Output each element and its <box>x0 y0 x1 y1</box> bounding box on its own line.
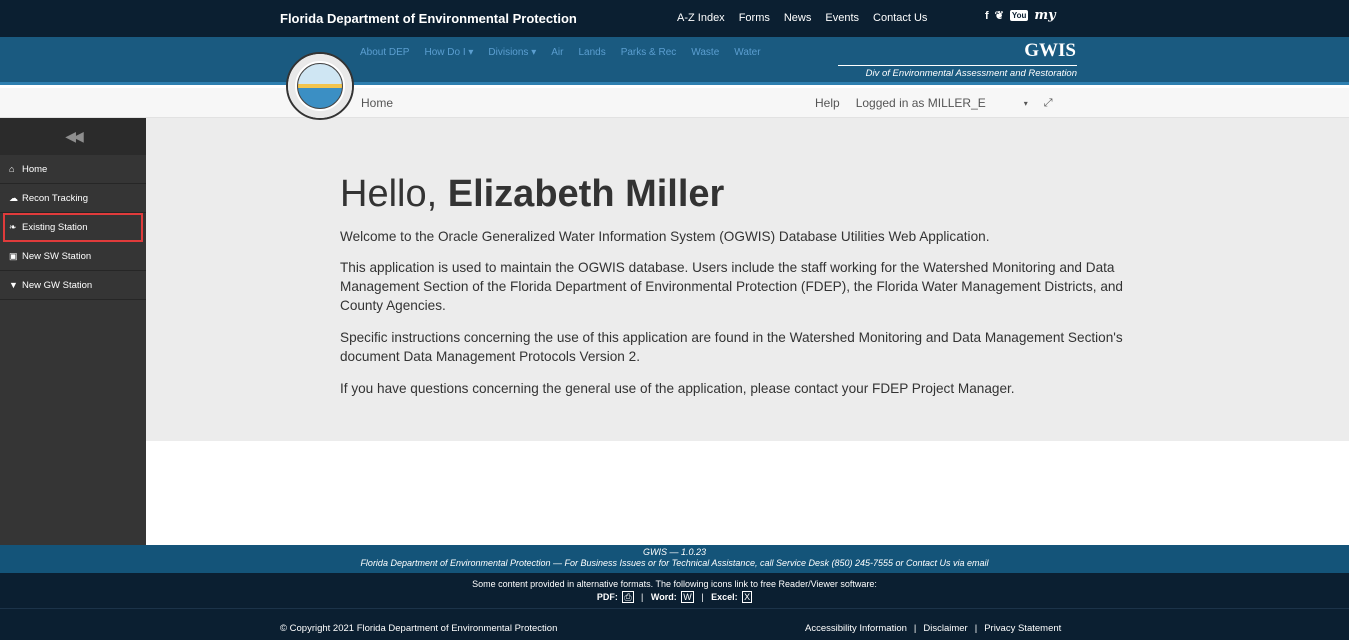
fullscreen-icon[interactable]: ⤢ <box>1044 97 1053 110</box>
app-version: GWIS — 1.0.23 <box>642 547 707 557</box>
news-link[interactable]: News <box>784 12 812 24</box>
menu-lands[interactable]: Lands <box>578 47 605 58</box>
privacy-link[interactable]: Privacy Statement <box>984 623 1061 634</box>
user-full-name: Elizabeth Miller <box>447 173 725 215</box>
support-info[interactable]: Florida Department of Environmental Prot… <box>0 558 1349 569</box>
sidebar-item-recon-tracking[interactable]: ☁ Recon Tracking <box>0 184 146 213</box>
menu-waste[interactable]: Waste <box>691 47 719 58</box>
footer-copyright-band: © Copyright 2021 Florida Department of E… <box>0 608 1349 640</box>
menu-water[interactable]: Water <box>734 47 760 58</box>
user-area: Help Logged in as MILLER_E ▾ ⤢ <box>815 96 1053 110</box>
menu-air[interactable]: Air <box>551 47 563 58</box>
sidebar-item-label: New GW Station <box>22 279 93 291</box>
az-index-link[interactable]: A-Z Index <box>677 12 725 24</box>
twitter-icon[interactable]: ❦ <box>995 9 1004 22</box>
excel-icon[interactable]: X <box>742 591 753 603</box>
main-content: Hello, Elizabeth Miller Welcome to the O… <box>146 118 1349 441</box>
forms-link[interactable]: Forms <box>739 12 770 24</box>
menu-parks-rec[interactable]: Parks & Rec <box>621 47 677 58</box>
purpose-paragraph: This application is used to maintain the… <box>340 260 1123 313</box>
word-icon[interactable]: W <box>681 591 694 603</box>
youtube-icon[interactable]: You <box>1009 10 1029 21</box>
separator: | <box>913 623 917 634</box>
footer-version-band: GWIS — 1.0.23 Florida Department of Envi… <box>0 545 1349 573</box>
menu-divisions[interactable]: Divisions ▾ <box>488 47 536 58</box>
main-menu: About DEP How Do I ▾ Divisions ▾ Air Lan… <box>360 47 761 58</box>
greeting-heading: Hello, Elizabeth Miller <box>340 173 724 216</box>
breadcrumb-home[interactable]: Home <box>361 96 393 110</box>
accessibility-link[interactable]: Accessibility Information <box>805 623 907 634</box>
home-icon: ⌂ <box>9 164 15 174</box>
my-florida-icon[interactable]: my <box>1034 8 1055 23</box>
menu-how-do-i[interactable]: How Do I ▾ <box>424 47 473 58</box>
dep-seal-logo[interactable] <box>286 52 354 120</box>
events-link[interactable]: Events <box>825 12 859 24</box>
sidebar: ◀◀ ⌂ Home ☁ Recon Tracking ❧ Existing St… <box>0 118 146 545</box>
social-links: f ❦ You my <box>985 8 1056 23</box>
collapse-sidebar-icon[interactable]: ◀◀ <box>0 118 146 155</box>
logged-in-user[interactable]: Logged in as MILLER_E <box>856 96 986 110</box>
map-marker-icon: ▼ <box>9 280 18 290</box>
sidebar-item-label: Home <box>22 163 48 175</box>
breadcrumb-bar: Home Help Logged in as MILLER_E ▾ ⤢ <box>0 88 1349 118</box>
app-title[interactable]: GWIS <box>1024 40 1076 62</box>
format-links: PDF: ⎙ | Word: W | Excel: X <box>0 591 1349 604</box>
contact-us-link[interactable]: Contact Us <box>873 12 927 24</box>
menu-about-dep[interactable]: About DEP <box>360 47 409 58</box>
sidebar-item-home[interactable]: ⌂ Home <box>0 155 146 184</box>
instructions-paragraph: Specific instructions concerning the use… <box>340 330 1123 364</box>
footer-links: Accessibility Information | Disclaimer |… <box>805 623 1061 634</box>
camera-icon: ▣ <box>9 250 18 261</box>
top-links: A-Z Index Forms News Events Contact Us <box>677 12 927 24</box>
user-dropdown-icon[interactable]: ▾ <box>1024 99 1028 108</box>
sidebar-item-label: Existing Station <box>22 221 88 233</box>
sidebar-item-label: Recon Tracking <box>22 192 89 204</box>
welcome-paragraph: Welcome to the Oracle Generalized Water … <box>340 229 990 244</box>
greeting-hello: Hello, <box>340 173 438 215</box>
separator: | <box>701 592 704 602</box>
pdf-label: PDF: <box>596 592 618 602</box>
help-link[interactable]: Help <box>815 96 840 110</box>
sidebar-item-label: New SW Station <box>22 250 92 262</box>
agency-name[interactable]: Florida Department of Environmental Prot… <box>280 11 577 26</box>
pdf-icon[interactable]: ⎙ <box>622 591 634 603</box>
cloud-icon: ☁ <box>9 192 18 203</box>
facebook-icon[interactable]: f <box>985 10 989 22</box>
division-name: Div of Environmental Assessment and Rest… <box>838 65 1077 79</box>
main-nav-band: About DEP How Do I ▾ Divisions ▾ Air Lan… <box>0 37 1349 85</box>
sidebar-item-new-sw-station[interactable]: ▣ New SW Station <box>0 242 146 271</box>
word-label: Word: <box>650 592 677 602</box>
seal-sun-water-icon <box>297 63 343 109</box>
footer-formats-band: Some content provided in alternative for… <box>0 573 1349 608</box>
separator: | <box>974 623 978 634</box>
sidebar-item-new-gw-station[interactable]: ▼ New GW Station <box>0 271 146 300</box>
alt-formats-text: Some content provided in alternative for… <box>472 579 877 589</box>
disclaimer-link[interactable]: Disclaimer <box>923 623 967 634</box>
excel-label: Excel: <box>711 592 738 602</box>
sidebar-item-existing-station[interactable]: ❧ Existing Station <box>3 213 143 242</box>
separator: | <box>641 592 644 602</box>
top-header-bar: Florida Department of Environmental Prot… <box>0 0 1349 37</box>
leaf-icon: ❧ <box>9 221 17 232</box>
copyright-text: © Copyright 2021 Florida Department of E… <box>280 623 558 634</box>
contact-paragraph: If you have questions concerning the gen… <box>340 381 1015 396</box>
